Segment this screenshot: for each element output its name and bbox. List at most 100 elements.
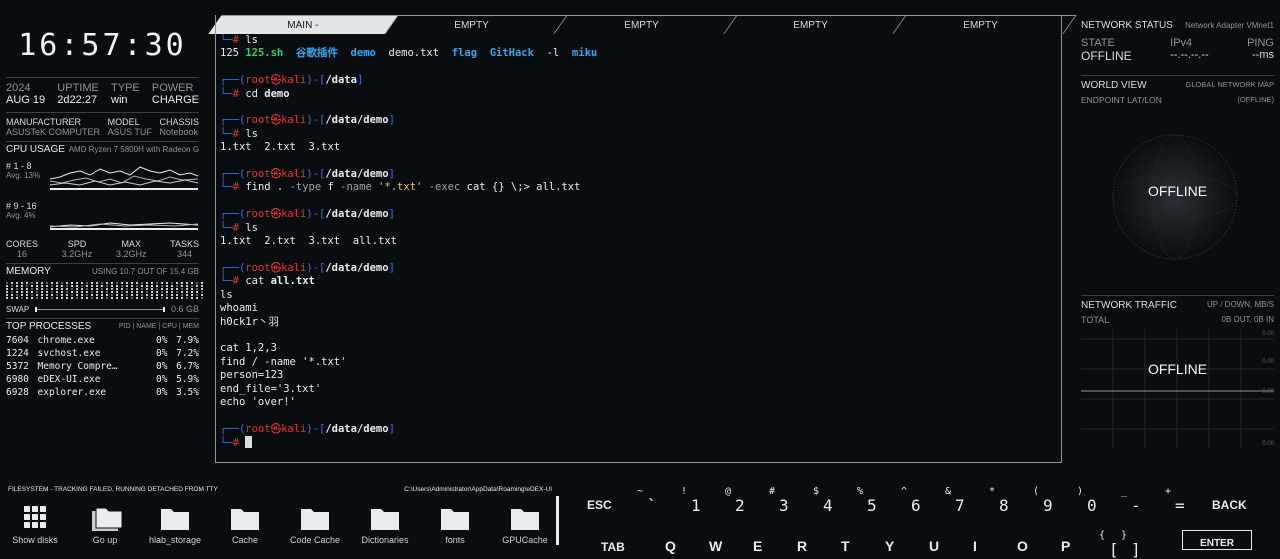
memory-cell bbox=[61, 288, 63, 290]
cpu-group-1: # 1 - 8 Avg. 13% bbox=[0, 157, 205, 197]
key-label: 1 bbox=[691, 496, 701, 515]
terminal-output[interactable]: └─# ls 125 125.sh 谷歌插件 demo demo.txt flag… bbox=[218, 34, 1058, 454]
memory-cell bbox=[81, 294, 83, 296]
prompt-frame: ] bbox=[388, 261, 395, 274]
ipv4-value: --.--.--.-- bbox=[1170, 49, 1209, 61]
memory-cell bbox=[41, 291, 43, 293]
memory-cell bbox=[151, 291, 153, 293]
cores-value: 16 bbox=[17, 249, 28, 259]
prompt-frame: )-[ bbox=[306, 261, 326, 274]
prompt-frame: ] bbox=[388, 422, 395, 435]
key-e[interactable]: E bbox=[753, 538, 762, 554]
command-arg: demo bbox=[264, 87, 290, 100]
memory-cell bbox=[156, 297, 158, 299]
memory-title: MEMORY bbox=[6, 266, 51, 277]
cpu-stats: CORES 16 SPD 3.2GHz MAX 3.2GHz TASKS 344 bbox=[0, 239, 205, 259]
folder-item[interactable]: hlab_storage bbox=[140, 500, 210, 545]
memory-cell bbox=[76, 282, 78, 284]
memory-cell bbox=[16, 285, 18, 287]
command: ls bbox=[245, 127, 258, 140]
key-o[interactable]: O bbox=[1017, 538, 1028, 554]
memory-cell bbox=[156, 285, 158, 287]
world-view-sub: GLOBAL NETWORK MAP bbox=[1185, 80, 1275, 89]
process-pid: 6928 bbox=[6, 387, 29, 398]
memory-cell bbox=[71, 285, 73, 287]
memory-cell bbox=[116, 288, 118, 290]
memory-cell bbox=[146, 291, 148, 293]
process-name: explorer.exe bbox=[37, 387, 107, 398]
memory-cell bbox=[56, 294, 58, 296]
memory-cell bbox=[186, 288, 188, 290]
memory-cell bbox=[196, 297, 198, 299]
prompt-frame: ┌──( bbox=[220, 74, 246, 87]
process-row: 6980 eDEX-UI.exe 0% 5.9% bbox=[0, 373, 205, 386]
process-mem: 6.7% bbox=[176, 361, 199, 372]
prompt-frame: ┌──( bbox=[220, 168, 246, 181]
key-y[interactable]: Y bbox=[885, 538, 894, 554]
traffic-offline: OFFLINE bbox=[1147, 361, 1208, 377]
go-up-button[interactable]: Go up bbox=[70, 500, 140, 545]
terminal-line: cat 1,2,3 bbox=[220, 342, 1058, 355]
spd-label: SPD bbox=[67, 239, 87, 249]
tab-key[interactable]: TAB bbox=[601, 540, 625, 554]
memory-cell bbox=[131, 297, 133, 299]
terminal-cursor[interactable] bbox=[245, 436, 253, 449]
key-q[interactable]: Q bbox=[665, 538, 676, 554]
prompt-hash: # bbox=[232, 127, 246, 140]
memory-cell bbox=[61, 282, 63, 284]
memory-cell bbox=[106, 294, 108, 296]
memory-cell bbox=[171, 288, 173, 290]
memory-cell bbox=[136, 297, 138, 299]
prompt-user-host: root㉿kali bbox=[245, 261, 307, 274]
process-row: 7604 chrome.exe 0% 7.9% bbox=[0, 334, 205, 347]
key-u[interactable]: U bbox=[929, 538, 939, 554]
axis-value-4: 0.00 bbox=[1262, 441, 1274, 447]
show-disks-button[interactable]: Show disks bbox=[0, 500, 70, 545]
process-mem: 7.2% bbox=[176, 348, 199, 359]
key-shift-label: $ bbox=[813, 486, 820, 497]
backspace-key[interactable]: BACK bbox=[1212, 498, 1247, 512]
memory-cell bbox=[96, 291, 98, 293]
key-p[interactable]: P bbox=[1061, 538, 1070, 554]
memory-cell bbox=[171, 297, 173, 299]
memory-cell bbox=[21, 282, 23, 284]
memory-cell bbox=[176, 285, 178, 287]
left-panel: 16:57:30 2024 AUG 19 UPTIME 2d22:27 TYPE wi… bbox=[0, 0, 205, 470]
key-label: ` bbox=[647, 496, 657, 515]
folder-item[interactable]: Cache bbox=[210, 500, 280, 545]
memory-cell bbox=[31, 288, 33, 290]
memory-cell bbox=[136, 294, 138, 296]
process-name: eDEX-UI.exe bbox=[37, 374, 101, 385]
command-flag: -type bbox=[289, 181, 322, 194]
memory-cell bbox=[71, 294, 73, 296]
memory-cell bbox=[136, 285, 138, 287]
memory-cell bbox=[11, 282, 13, 284]
prompt-hash: # bbox=[232, 437, 246, 450]
memory-cell bbox=[151, 288, 153, 290]
memory-cell bbox=[146, 288, 148, 290]
memory-cell bbox=[51, 288, 53, 290]
enter-key[interactable]: ENTER bbox=[1182, 530, 1252, 550]
key-label: 8 bbox=[999, 496, 1009, 515]
memory-cell bbox=[81, 291, 83, 293]
memory-cell bbox=[86, 285, 88, 287]
folder-item[interactable]: Dictionaries bbox=[350, 500, 420, 545]
process-pid: 5372 bbox=[6, 361, 29, 372]
memory-cell bbox=[26, 288, 28, 290]
folder-item[interactable]: GPUCache bbox=[490, 500, 560, 545]
memory-cell bbox=[11, 294, 13, 296]
folder-item[interactable]: Code Cache bbox=[280, 500, 350, 545]
uptime-label: UPTIME bbox=[57, 82, 99, 94]
key-t[interactable]: T bbox=[841, 538, 850, 554]
folder-item[interactable]: fonts bbox=[420, 500, 490, 545]
esc-key[interactable]: ESC bbox=[587, 498, 612, 512]
key-r[interactable]: R bbox=[797, 538, 807, 554]
memory-cell bbox=[21, 285, 23, 287]
cpu-graph-1 bbox=[50, 166, 198, 190]
key-w[interactable]: W bbox=[709, 538, 722, 554]
prompt-frame: └─ bbox=[220, 437, 233, 450]
memory-cell bbox=[196, 294, 198, 296]
key-i[interactable]: I bbox=[973, 538, 977, 554]
memory-cell bbox=[186, 297, 188, 299]
